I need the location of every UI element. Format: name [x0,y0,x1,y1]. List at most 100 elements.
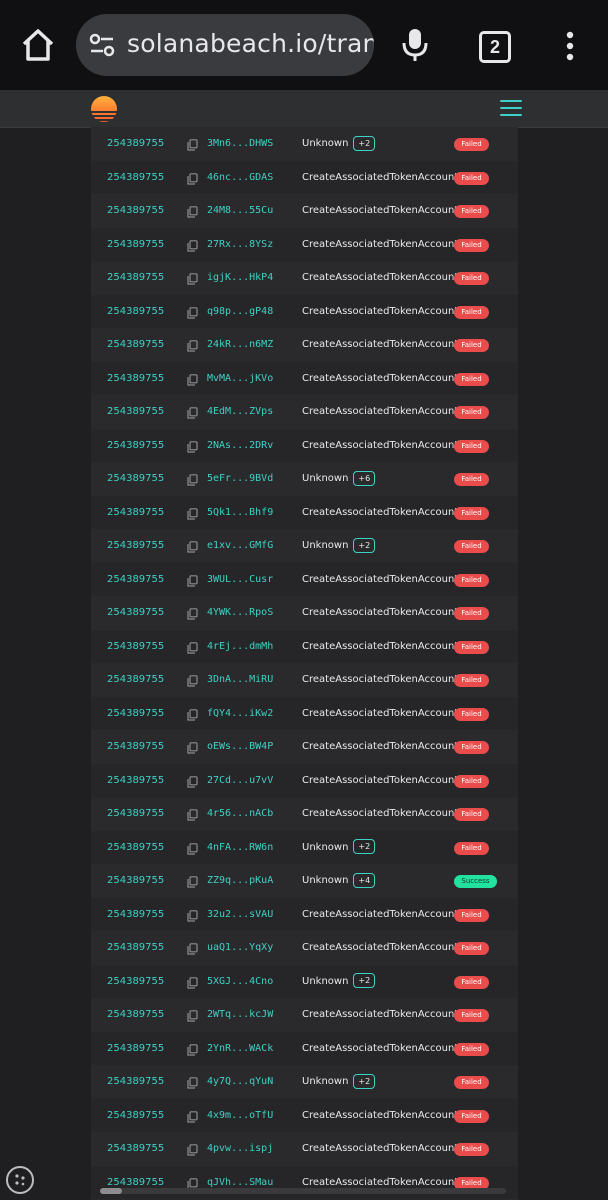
table-row[interactable]: 254389755 ZZ9q...pKuA Unknown +4 Success [91,864,518,898]
signature-link[interactable]: 4rEj...dmMh [207,630,273,664]
signature-link[interactable]: 4nFA...RW6n [207,831,273,865]
signature-link[interactable]: 27Rx...8YSz [207,228,273,262]
signature-link[interactable]: 3Mn6...DHWS [207,127,273,161]
block-link[interactable]: 254389755 [107,1032,164,1066]
signature-link[interactable]: 5Qk1...Bhf9 [207,496,273,530]
block-link[interactable]: 254389755 [107,429,164,463]
copy-icon[interactable] [187,842,198,855]
table-row[interactable]: 254389755 e1xv...GMfG Unknown +2 Failed [91,529,518,563]
block-link[interactable]: 254389755 [107,1065,164,1099]
block-link[interactable]: 254389755 [107,1099,164,1133]
copy-icon[interactable] [187,1043,198,1056]
table-row[interactable]: 254389755 4x9m...oTfU CreateAssociatedToke… [91,1098,518,1133]
signature-link[interactable]: fQY4...iKw2 [207,697,273,731]
signature-link[interactable]: 3WUL...Cusr [207,563,273,597]
copy-icon[interactable] [187,172,198,185]
copy-icon[interactable] [187,607,198,620]
more-instructions-badge[interactable]: +2 [353,839,376,854]
copy-icon[interactable] [187,339,198,352]
signature-link[interactable]: 2YnR...WACk [207,1032,273,1066]
block-link[interactable]: 254389755 [107,395,164,429]
table-row[interactable]: 254389755 3WUL...Cusr CreateAssociatedToke… [91,562,518,597]
copy-icon[interactable] [187,406,198,419]
block-link[interactable]: 254389755 [107,831,164,865]
copy-icon[interactable] [187,1143,198,1156]
block-link[interactable]: 254389755 [107,563,164,597]
block-link[interactable]: 254389755 [107,529,164,563]
table-row[interactable]: 254389755 2WTq...kcJW CreateAssociatedToke… [91,998,518,1032]
signature-link[interactable]: 5eFr...9BVd [207,462,273,496]
block-link[interactable]: 254389755 [107,328,164,362]
copy-icon[interactable] [187,373,198,386]
block-link[interactable]: 254389755 [107,697,164,731]
signature-link[interactable]: 4pvw...ispj [207,1132,273,1166]
block-link[interactable]: 254389755 [107,362,164,396]
copy-icon[interactable] [187,239,198,252]
copy-icon[interactable] [187,674,198,687]
table-row[interactable]: 254389755 2YnR...WACk CreateAssociatedToke… [91,1031,518,1066]
block-link[interactable]: 254389755 [107,764,164,798]
table-row[interactable]: 254389755 4pvw...ispj CreateAssociatedToke… [91,1132,518,1166]
signature-link[interactable]: 4y7Q...qYuN [207,1065,273,1099]
table-row[interactable]: 254389755 4nFA...RW6n Unknown +2 Failed [91,830,518,865]
table-row[interactable]: 254389755 3Mn6...DHWS Unknown +2 Failed [91,127,518,161]
block-link[interactable]: 254389755 [107,730,164,764]
copy-icon[interactable] [187,507,198,520]
block-link[interactable]: 254389755 [107,663,164,697]
table-row[interactable]: 254389755 4YWK...RpoS CreateAssociatedToke… [91,596,518,630]
block-link[interactable]: 254389755 [107,864,164,898]
copy-icon[interactable] [187,540,198,553]
copy-icon[interactable] [187,272,198,285]
table-row[interactable]: 254389755 5Qk1...Bhf9 CreateAssociatedToke… [91,495,518,530]
signature-link[interactable]: 2NAs...2DRv [207,429,273,463]
signature-link[interactable]: 4r56...nACb [207,797,273,831]
tab-switcher-button[interactable]: 2 [479,31,511,63]
microphone-icon[interactable] [400,25,430,65]
table-row[interactable]: 254389755 5eFr...9BVd Unknown +6 Failed [91,462,518,496]
more-instructions-badge[interactable]: +2 [353,1073,376,1089]
overflow-menu-icon[interactable] [560,30,580,62]
signature-link[interactable]: igjK...HkP4 [207,261,273,295]
signature-link[interactable]: uaQ1...YqXy [207,931,273,965]
more-instructions-badge[interactable]: +2 [353,973,376,988]
signature-link[interactable]: 46nc...GDAS [207,161,273,195]
address-bar[interactable]: solanabeach.io/trans [76,14,374,76]
block-link[interactable]: 254389755 [107,1132,164,1166]
copy-icon[interactable] [187,138,198,151]
copy-icon[interactable] [187,1110,198,1123]
copy-icon[interactable] [187,808,198,821]
block-link[interactable]: 254389755 [107,998,164,1032]
signature-link[interactable]: e1xv...GMfG [207,529,273,563]
block-link[interactable]: 254389755 [107,161,164,195]
signature-link[interactable]: 24M8...55Cu [207,194,273,228]
table-row[interactable]: 254389755 fQY4...iKw2 CreateAssociatedToke… [91,696,518,731]
copy-icon[interactable] [187,909,198,922]
block-link[interactable]: 254389755 [107,630,164,664]
table-row[interactable]: 254389755 igjK...HkP4 CreateAssociatedToke… [91,261,518,295]
solana-beach-logo-icon[interactable] [89,94,119,124]
block-link[interactable]: 254389755 [107,295,164,329]
table-row[interactable]: 254389755 3DnA...MiRU CreateAssociatedToke… [91,663,518,697]
copy-icon[interactable] [187,440,198,453]
table-row[interactable]: 254389755 27Cd...u7vV CreateAssociatedToke… [91,763,518,798]
block-link[interactable]: 254389755 [107,797,164,831]
more-instructions-badge[interactable]: +6 [353,470,376,486]
signature-link[interactable]: 2WTq...kcJW [207,998,273,1032]
signature-link[interactable]: 4YWK...RpoS [207,596,273,630]
block-link[interactable]: 254389755 [107,261,164,295]
table-row[interactable]: 254389755 32u2...sVAU CreateAssociatedToke… [91,897,518,932]
block-link[interactable]: 254389755 [107,127,164,161]
scrollbar-thumb[interactable] [100,1188,122,1194]
table-row[interactable]: 254389755 4y7Q...qYuN Unknown +2 Failed [91,1065,518,1099]
copy-icon[interactable] [187,641,198,654]
copy-icon[interactable] [187,875,198,888]
table-row[interactable]: 254389755 4r56...nACb CreateAssociatedToke… [91,797,518,831]
copy-icon[interactable] [187,942,198,955]
table-row[interactable]: 254389755 q98p...gP48 CreateAssociatedToke… [91,294,518,329]
block-link[interactable]: 254389755 [107,898,164,932]
site-settings-icon[interactable] [89,33,115,57]
more-instructions-badge[interactable]: +4 [353,872,376,888]
copy-icon[interactable] [187,1177,198,1190]
signature-link[interactable]: oEWs...BW4P [207,730,273,764]
block-link[interactable]: 254389755 [107,931,164,965]
